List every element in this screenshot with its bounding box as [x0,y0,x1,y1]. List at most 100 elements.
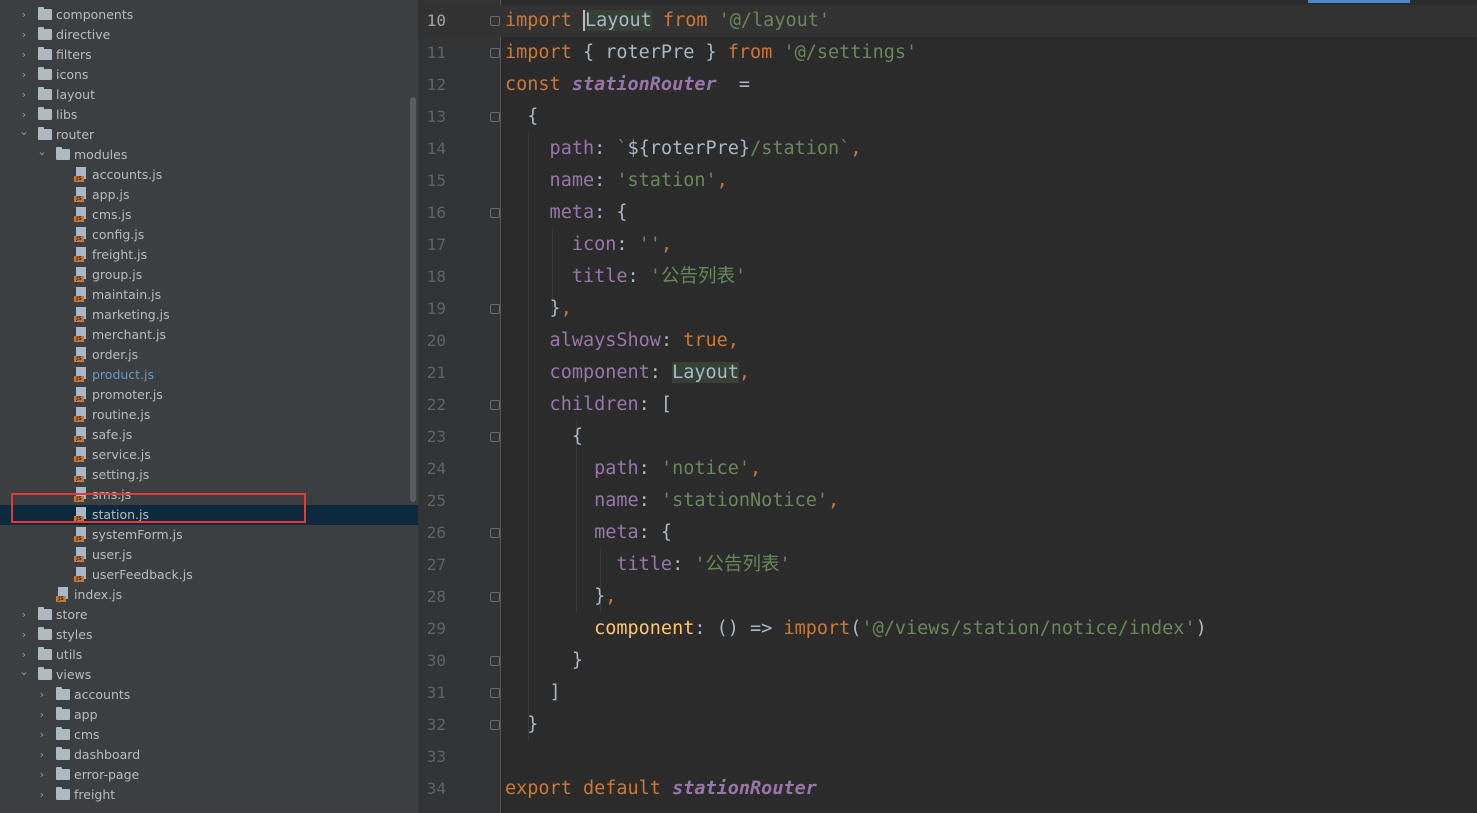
code-line[interactable]: 24 path: 'notice', [418,453,1477,485]
tree-item-app[interactable]: › app [0,705,418,725]
code-editor[interactable]: 10 import Layout from '@/layout' 11 import … [418,0,1477,813]
tree-item-cms-js[interactable]: JS cms.js [0,205,418,225]
tree-item-order-js[interactable]: JS order.js [0,345,418,365]
fold-marker-icon[interactable] [490,592,500,602]
code-line[interactable]: 15 name: 'station', [418,165,1477,197]
fold-marker-icon[interactable] [490,208,500,218]
fold-marker-icon[interactable] [490,400,500,410]
tree-item-safe-js[interactable]: JS safe.js [0,425,418,445]
tree-item-freight-js[interactable]: JS freight.js [0,245,418,265]
tree-item-userfeedback-js[interactable]: JS userFeedback.js [0,565,418,585]
chevron-right-icon[interactable]: › [36,765,48,785]
tree-item-marketing-js[interactable]: JS marketing.js [0,305,418,325]
chevron-right-icon[interactable]: › [18,625,30,645]
code-line[interactable]: 27 title: '公告列表' [418,549,1477,581]
code-line[interactable]: 25 name: 'stationNotice', [418,485,1477,517]
tree-item-libs[interactable]: › libs [0,105,418,125]
code-line[interactable]: 11 import { roterPre } from '@/settings' [418,37,1477,69]
chevron-right-icon[interactable]: › [18,5,30,25]
code-line[interactable]: 12 const stationRouter = [418,69,1477,101]
code-line[interactable]: 29 component: () => import('@/views/stat… [418,613,1477,645]
chevron-right-icon[interactable]: › [18,85,30,105]
fold-marker-icon[interactable] [490,304,500,314]
code-line[interactable]: 32 } [418,709,1477,741]
code-line[interactable]: 31 ] [418,677,1477,709]
code-line[interactable]: 33 [418,741,1477,773]
chevron-right-icon[interactable]: › [18,645,30,665]
tree-item-sms-js[interactable]: JS sms.js [0,485,418,505]
code-line[interactable]: 13 { [418,101,1477,133]
fold-marker-icon[interactable] [490,656,500,666]
chevron-right-icon[interactable]: › [36,725,48,745]
chevron-right-icon[interactable]: › [18,65,30,85]
code-line[interactable]: 18 title: '公告列表' [418,261,1477,293]
chevron-right-icon[interactable]: › [36,745,48,765]
fold-marker-icon[interactable] [490,48,500,58]
tree-item-routine-js[interactable]: JS routine.js [0,405,418,425]
tree-item-service-js[interactable]: JS service.js [0,445,418,465]
fold-marker-icon[interactable] [490,528,500,538]
code-line[interactable]: 20 alwaysShow: true, [418,325,1477,357]
code-line[interactable]: 16 meta: { [418,197,1477,229]
tree-item-freight[interactable]: › freight [0,785,418,805]
tree-item-setting-js[interactable]: JS setting.js [0,465,418,485]
code-line[interactable]: 19 }, [418,293,1477,325]
line-number: 27 [426,555,446,574]
tree-item-maintain-js[interactable]: JS maintain.js [0,285,418,305]
tree-item-index-js[interactable]: JS index.js [0,585,418,605]
chevron-down-icon[interactable]: ⌄ [18,665,30,685]
tree-item-store[interactable]: › store [0,605,418,625]
tree-item-accounts-js[interactable]: JS accounts.js [0,165,418,185]
tree-item-views[interactable]: ⌄ views [0,665,418,685]
tree-item-components[interactable]: › components [0,5,418,25]
tree-item-modules[interactable]: ⌄ modules [0,145,418,165]
code-line[interactable]: 34 export default stationRouter [418,773,1477,805]
chevron-right-icon[interactable]: › [36,685,48,705]
tree-item-user-js[interactable]: JS user.js [0,545,418,565]
chevron-down-icon[interactable]: ⌄ [18,125,30,145]
tree-item-layout[interactable]: › layout [0,85,418,105]
fold-marker-icon[interactable] [490,112,500,122]
tree-item-icons[interactable]: › icons [0,65,418,85]
chevron-right-icon[interactable]: › [36,785,48,805]
tree-item-directive[interactable]: › directive [0,25,418,45]
tree-item-error-page[interactable]: › error-page [0,765,418,785]
code-line[interactable]: 28 }, [418,581,1477,613]
tree-item-cms[interactable]: › cms [0,725,418,745]
tree-item-styles[interactable]: › styles [0,625,418,645]
code-line[interactable]: 22 children: [ [418,389,1477,421]
chevron-right-icon[interactable]: › [36,705,48,725]
chevron-right-icon[interactable]: › [18,105,30,125]
tree-item-promoter-js[interactable]: JS promoter.js [0,385,418,405]
chevron-down-icon[interactable]: ⌄ [36,145,48,165]
chevron-right-icon[interactable]: › [18,25,30,45]
code-line[interactable]: 21 component: Layout, [418,357,1477,389]
tree-item-utils[interactable]: › utils [0,645,418,665]
tree-scrollbar[interactable] [410,97,416,502]
code-line[interactable]: 23 { [418,421,1477,453]
tree-item-filters[interactable]: › filters [0,45,418,65]
code-text: children: [ [505,389,673,421]
code-line[interactable]: 30 } [418,645,1477,677]
tree-item-systemform-js[interactable]: JS systemForm.js [0,525,418,545]
tree-item-group-js[interactable]: JS group.js [0,265,418,285]
code-line[interactable]: 14 path: `${roterPre}/station`, [418,133,1477,165]
chevron-right-icon[interactable]: › [18,45,30,65]
fold-marker-icon[interactable] [490,720,500,730]
tree-item-product-js[interactable]: JS product.js [0,365,418,385]
tree-item-accounts[interactable]: › accounts [0,685,418,705]
tree-item-station-js[interactable]: JS station.js [0,505,418,525]
fold-marker-icon[interactable] [490,432,500,442]
code-line[interactable]: 10 import Layout from '@/layout' [418,5,1477,37]
chevron-right-icon[interactable]: › [18,605,30,625]
fold-marker-icon[interactable] [490,16,500,26]
tree-item-merchant-js[interactable]: JS merchant.js [0,325,418,345]
code-line[interactable]: 17 icon: '', [418,229,1477,261]
tree-item-router[interactable]: ⌄ router [0,125,418,145]
code-token: , [750,458,762,479]
fold-marker-icon[interactable] [490,688,500,698]
tree-item-dashboard[interactable]: › dashboard [0,745,418,765]
code-line[interactable]: 26 meta: { [418,517,1477,549]
tree-item-app-js[interactable]: JS app.js [0,185,418,205]
tree-item-config-js[interactable]: JS config.js [0,225,418,245]
